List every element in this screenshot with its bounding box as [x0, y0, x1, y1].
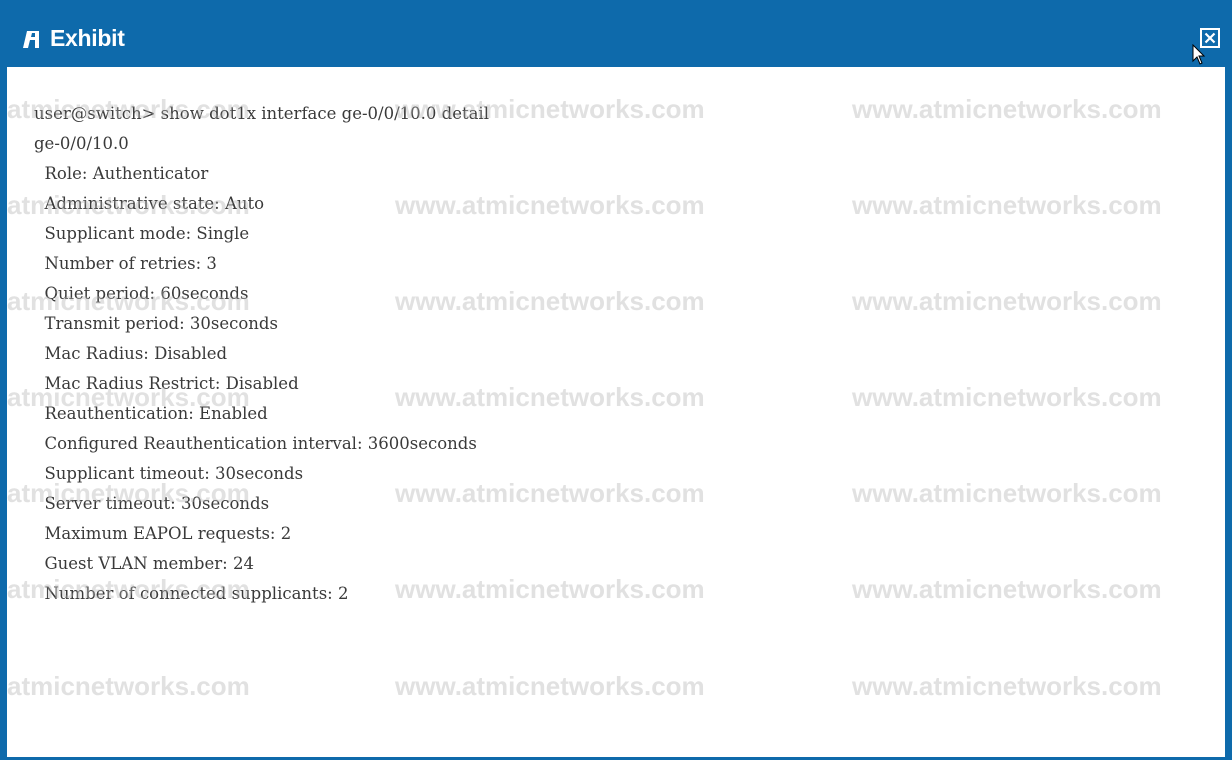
watermark-text: atmicnetworks.com — [7, 286, 250, 316]
output-line: Role: Authenticator — [34, 164, 209, 183]
title-bar: Exhibit — [0, 0, 1232, 67]
mouse-pointer-icon — [1192, 44, 1206, 65]
watermark-text: www.atmicnetworks.com — [852, 286, 1162, 316]
exhibit-icon — [23, 31, 39, 48]
watermark-text: www.atmicnetworks.com — [395, 478, 705, 508]
output-line: Mac Radius: Disabled — [34, 344, 228, 363]
watermark-text: www.atmicnetworks.com — [852, 94, 1162, 124]
watermark-text: www.atmicnetworks.com — [852, 190, 1162, 220]
watermark-text: www.atmicnetworks.com — [395, 574, 705, 604]
watermark-text: www.atmicnetworks.com — [395, 94, 705, 124]
output-line: Number of retries: 3 — [34, 254, 217, 273]
watermark-text: www.atmicnetworks.com — [395, 382, 705, 412]
watermark-text: atmicnetworks.com — [7, 382, 250, 412]
output-line: ge-0/0/10.0 — [34, 134, 129, 153]
watermark-text: atmicnetworks.com — [7, 190, 250, 220]
exhibit-window: Exhibit user@switch> show dot1x interfac… — [0, 0, 1232, 760]
output-line: Supplicant mode: Single — [34, 224, 250, 243]
watermark-text: www.atmicnetworks.com — [395, 671, 705, 701]
watermark-text: www.atmicnetworks.com — [852, 574, 1162, 604]
window-title: Exhibit — [50, 25, 125, 51]
watermark-text: atmicnetworks.com — [7, 478, 250, 508]
watermark-text: www.atmicnetworks.com — [852, 382, 1162, 412]
watermark-text: www.atmicnetworks.com — [395, 190, 705, 220]
watermark-text: www.atmicnetworks.com — [852, 478, 1162, 508]
watermark-text: atmicnetworks.com — [7, 94, 250, 124]
output-line: Maximum EAPOL requests: 2 — [34, 524, 292, 543]
watermark-text: atmicnetworks.com — [7, 574, 250, 604]
watermark-text: www.atmicnetworks.com — [395, 286, 705, 316]
output-line: Configured Reauthentication interval: 36… — [34, 434, 477, 453]
watermark-text: atmicnetworks.com — [7, 671, 250, 701]
watermark-text: www.atmicnetworks.com — [852, 671, 1162, 701]
exhibit-content: user@switch> show dot1x interface ge-0/0… — [7, 67, 1225, 757]
